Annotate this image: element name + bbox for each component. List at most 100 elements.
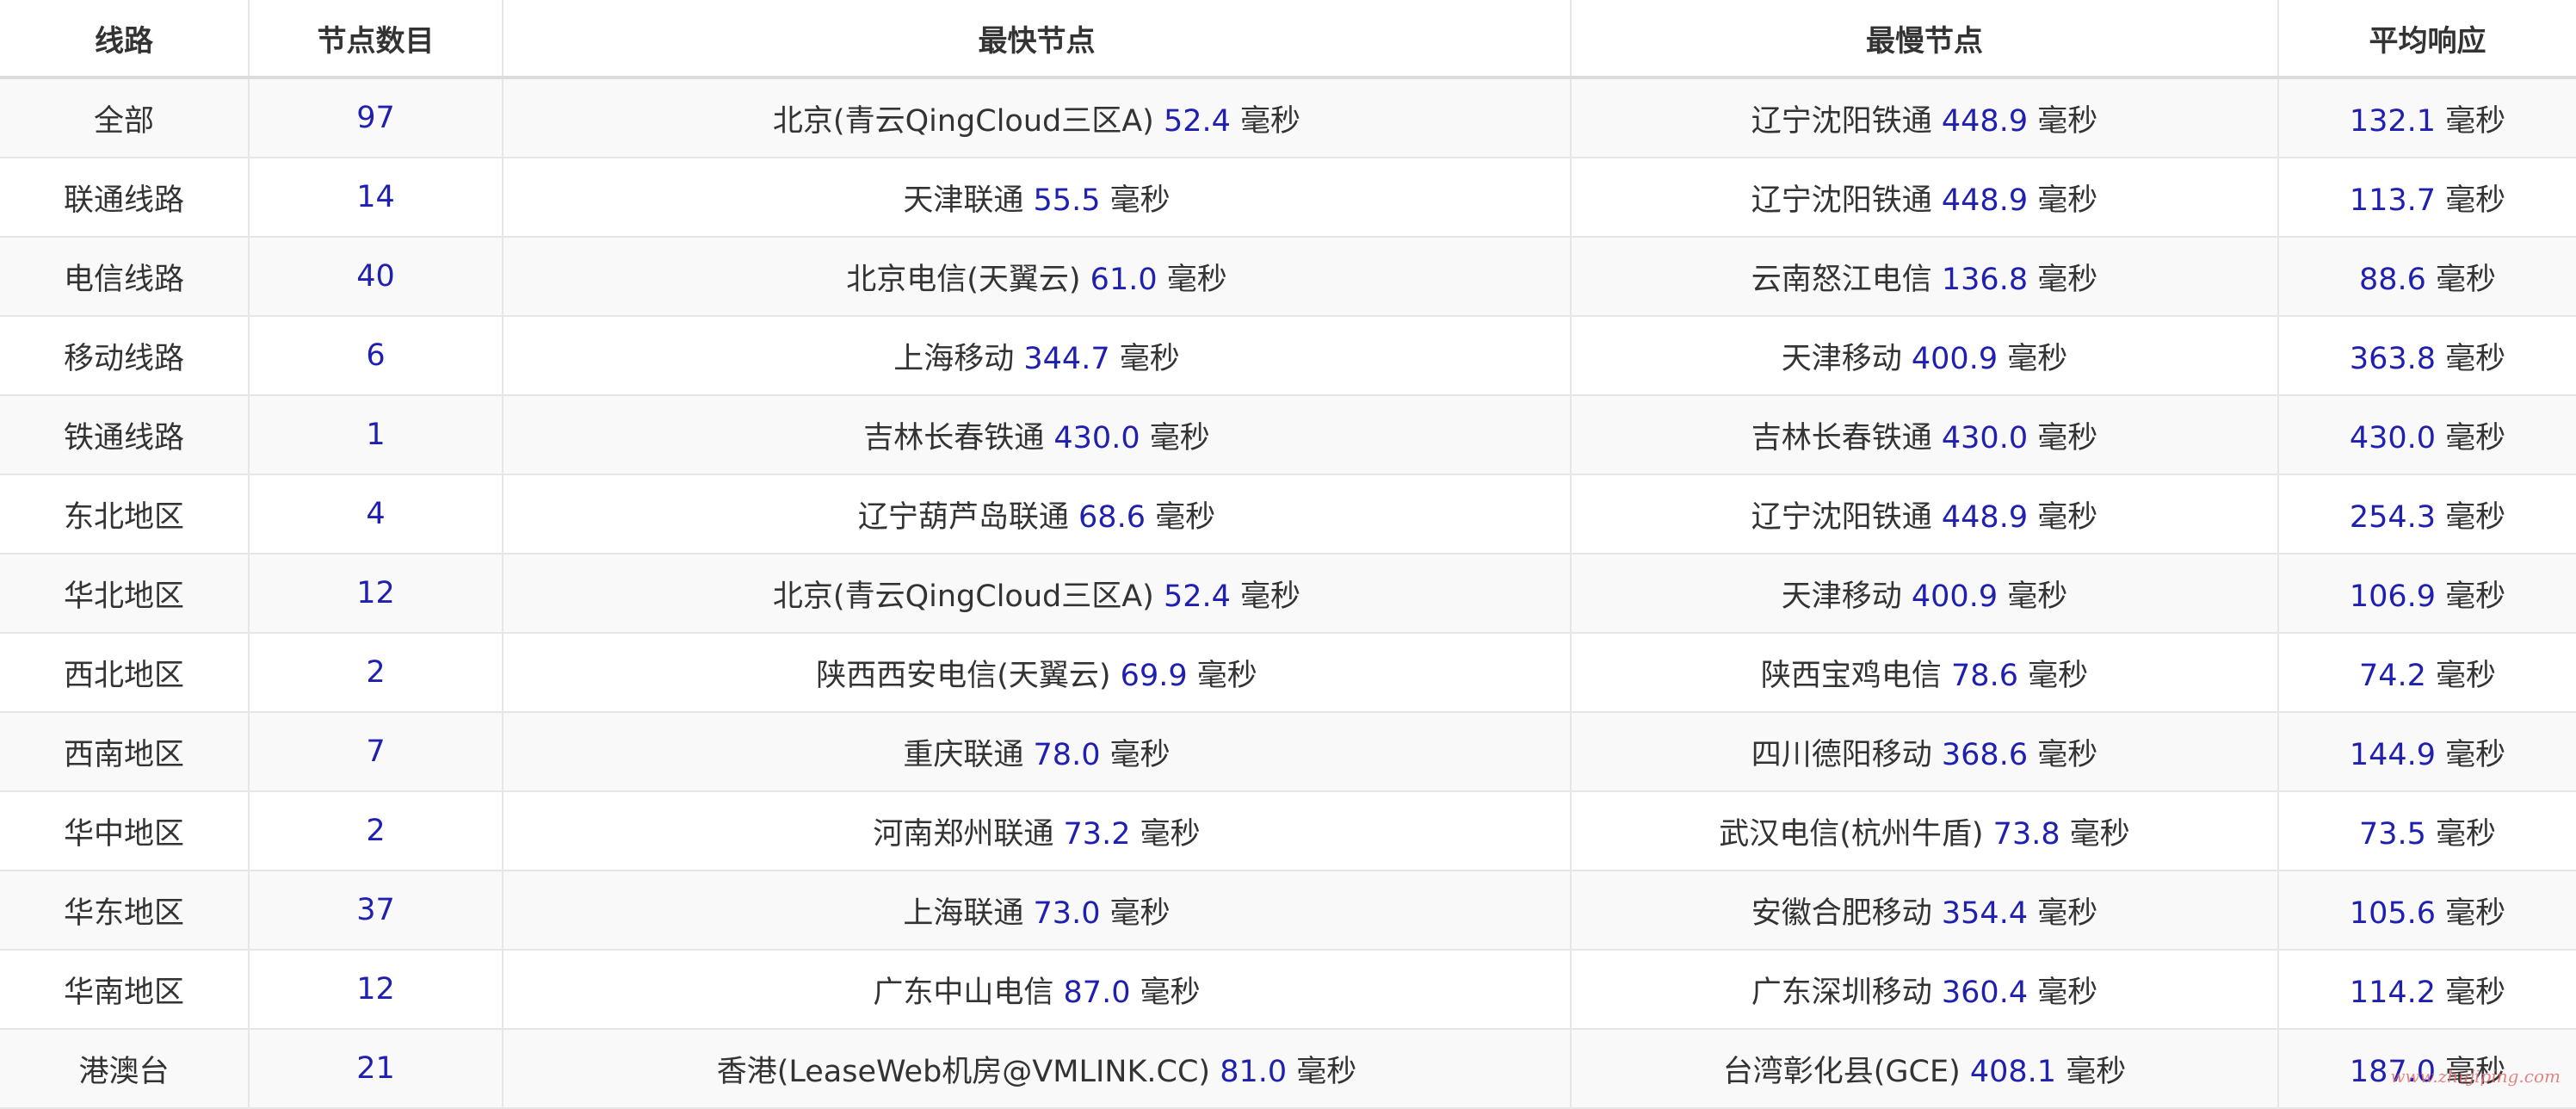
unit-label: 毫秒 — [1109, 183, 1171, 218]
header-slowest-node: 最慢节点 — [1571, 0, 2279, 79]
node-count-cell: 12 — [249, 554, 503, 634]
average-response-cell: 144.9 毫秒 — [2278, 712, 2576, 792]
average-response-cell: 73.5 毫秒 — [2278, 791, 2576, 871]
table-body: 全部 97 北京(青云QingCloud三区A) 52.4 毫秒 辽宁沈阳铁通 448… — [0, 77, 2576, 1109]
fastest-node-name: 北京电信(天翼云) — [846, 262, 1081, 297]
slowest-node-ms: 73.8 — [1992, 816, 2060, 852]
unit-label: 毫秒 — [2066, 1054, 2127, 1089]
node-count-cell: 40 — [249, 237, 503, 317]
line-cell: 华南地区 — [0, 950, 250, 1030]
slowest-node-cell: 天津移动 400.9 毫秒 — [1571, 316, 2279, 396]
table-row: 西北地区 2 陕西西安电信(天翼云) 69.9 毫秒 陕西宝鸡电信 78.6 毫秒 74… — [0, 633, 2576, 713]
table-row: 华东地区 37 上海联通 73.0 毫秒 安徽合肥移动 354.4 毫秒 105.6 毫… — [0, 870, 2576, 951]
fastest-node-ms: 81.0 — [1220, 1054, 1288, 1089]
average-response-cell: 114.2 毫秒 — [2278, 950, 2576, 1030]
slowest-node-ms: 136.8 — [1941, 262, 2029, 297]
fastest-node-name: 辽宁葫芦岛联通 — [857, 499, 1069, 535]
slowest-node-name: 天津移动 — [1781, 341, 1902, 376]
slowest-node-name: 陕西宝鸡电信 — [1760, 658, 1942, 693]
table-row: 东北地区 4 辽宁葫芦岛联通 68.6 毫秒 辽宁沈阳铁通 448.9 毫秒 254.3… — [0, 474, 2576, 554]
average-response-cell: 363.8 毫秒 — [2278, 316, 2576, 396]
unit-label: 毫秒 — [2028, 658, 2089, 693]
slowest-node-cell: 辽宁沈阳铁通 448.9 毫秒 — [1571, 158, 2279, 238]
fastest-node-ms: 55.5 — [1033, 183, 1101, 218]
slowest-node-ms: 368.6 — [1941, 737, 2029, 772]
slowest-node-cell: 台湾彰化县(GCE) 408.1 毫秒 — [1571, 1029, 2279, 1109]
unit-label: 毫秒 — [1240, 579, 1301, 614]
fastest-node-ms: 78.0 — [1033, 737, 1101, 772]
unit-label: 毫秒 — [1166, 262, 1227, 297]
average-response-ms: 74.2 — [2358, 658, 2426, 693]
slowest-node-cell: 云南怒江电信 136.8 毫秒 — [1571, 237, 2279, 317]
fastest-node-ms: 61.0 — [1090, 262, 1158, 297]
table-row: 移动线路 6 上海移动 344.7 毫秒 天津移动 400.9 毫秒 363.8 毫秒 — [0, 316, 2576, 396]
fastest-node-ms: 52.4 — [1163, 103, 1231, 139]
fastest-node-ms: 430.0 — [1053, 420, 1140, 455]
watermark: www.zhujiping.com — [2390, 1066, 2561, 1087]
slowest-node-name: 辽宁沈阳铁通 — [1751, 103, 1932, 139]
slowest-node-cell: 陕西宝鸡电信 78.6 毫秒 — [1571, 633, 2279, 713]
fastest-node-cell: 北京(青云QingCloud三区A) 52.4 毫秒 — [503, 77, 1572, 158]
unit-label: 毫秒 — [2037, 420, 2098, 455]
node-count-cell: 12 — [249, 950, 503, 1030]
table-row: 联通线路 14 天津联通 55.5 毫秒 辽宁沈阳铁通 448.9 毫秒 113.7 毫… — [0, 158, 2576, 238]
unit-label: 毫秒 — [2037, 975, 2098, 1010]
slowest-node-cell: 天津移动 400.9 毫秒 — [1571, 554, 2279, 634]
fastest-node-cell: 天津联通 55.5 毫秒 — [503, 158, 1572, 238]
slowest-node-name: 云南怒江电信 — [1751, 262, 1932, 297]
node-count-cell: 6 — [249, 316, 503, 396]
node-count-cell: 7 — [249, 712, 503, 792]
unit-label: 毫秒 — [2037, 499, 2098, 535]
fastest-node-ms: 52.4 — [1163, 579, 1231, 614]
fastest-node-name: 广东中山电信 — [873, 975, 1054, 1010]
unit-label: 毫秒 — [2445, 579, 2506, 614]
slowest-node-ms: 430.0 — [1941, 420, 2029, 455]
line-cell: 联通线路 — [0, 158, 250, 238]
unit-label: 毫秒 — [2007, 579, 2068, 614]
unit-label: 毫秒 — [2445, 183, 2506, 218]
slowest-node-ms: 448.9 — [1941, 183, 2029, 218]
node-count-cell: 14 — [249, 158, 503, 238]
fastest-node-ms: 68.6 — [1078, 499, 1146, 535]
unit-label: 毫秒 — [1140, 816, 1201, 852]
unit-label: 毫秒 — [1240, 103, 1301, 139]
fastest-node-name: 北京(青云QingCloud三区A) — [772, 579, 1154, 614]
header-node-count: 节点数目 — [249, 0, 503, 79]
unit-label: 毫秒 — [1196, 658, 1257, 693]
fastest-node-name: 河南郑州联通 — [873, 816, 1054, 852]
line-cell: 西南地区 — [0, 712, 250, 792]
table-row: 铁通线路 1 吉林长春铁通 430.0 毫秒 吉林长春铁通 430.0 毫秒 430.0… — [0, 395, 2576, 475]
node-count-cell: 1 — [249, 395, 503, 475]
unit-label: 毫秒 — [2037, 183, 2098, 218]
fastest-node-cell: 上海移动 344.7 毫秒 — [503, 316, 1572, 396]
table-row: 华南地区 12 广东中山电信 87.0 毫秒 广东深圳移动 360.4 毫秒 114.2… — [0, 950, 2576, 1030]
fastest-node-ms: 73.2 — [1063, 816, 1131, 852]
unit-label: 毫秒 — [1109, 895, 1171, 931]
average-response-ms: 105.6 — [2349, 895, 2437, 931]
average-response-ms: 106.9 — [2349, 579, 2437, 614]
slowest-node-cell: 四川德阳移动 368.6 毫秒 — [1571, 712, 2279, 792]
unit-label: 毫秒 — [2445, 341, 2506, 376]
unit-label: 毫秒 — [1140, 975, 1201, 1010]
line-cell: 华中地区 — [0, 791, 250, 871]
unit-label: 毫秒 — [2445, 103, 2506, 139]
header-fastest-node: 最快节点 — [503, 0, 1572, 79]
fastest-node-ms: 69.9 — [1120, 658, 1188, 693]
fastest-node-name: 上海联通 — [903, 895, 1024, 931]
unit-label: 毫秒 — [2436, 262, 2497, 297]
slowest-node-name: 辽宁沈阳铁通 — [1751, 499, 1932, 535]
node-count-cell: 2 — [249, 791, 503, 871]
table-row: 西南地区 7 重庆联通 78.0 毫秒 四川德阳移动 368.6 毫秒 144.9 毫秒 — [0, 712, 2576, 792]
average-response-ms: 113.7 — [2349, 183, 2437, 218]
node-count-cell: 97 — [249, 77, 503, 158]
fastest-node-cell: 陕西西安电信(天翼云) 69.9 毫秒 — [503, 633, 1572, 713]
fastest-node-cell: 北京(青云QingCloud三区A) 52.4 毫秒 — [503, 554, 1572, 634]
average-response-cell: 254.3 毫秒 — [2278, 474, 2576, 554]
header-average-response: 平均响应 — [2278, 0, 2576, 79]
slowest-node-ms: 400.9 — [1911, 341, 1998, 376]
header-row: 线路 节点数目 最快节点 最慢节点 平均响应 — [0, 0, 2576, 79]
average-response-cell: 74.2 毫秒 — [2278, 633, 2576, 713]
slowest-node-cell: 广东深圳移动 360.4 毫秒 — [1571, 950, 2279, 1030]
fastest-node-cell: 广东中山电信 87.0 毫秒 — [503, 950, 1572, 1030]
fastest-node-cell: 重庆联通 78.0 毫秒 — [503, 712, 1572, 792]
